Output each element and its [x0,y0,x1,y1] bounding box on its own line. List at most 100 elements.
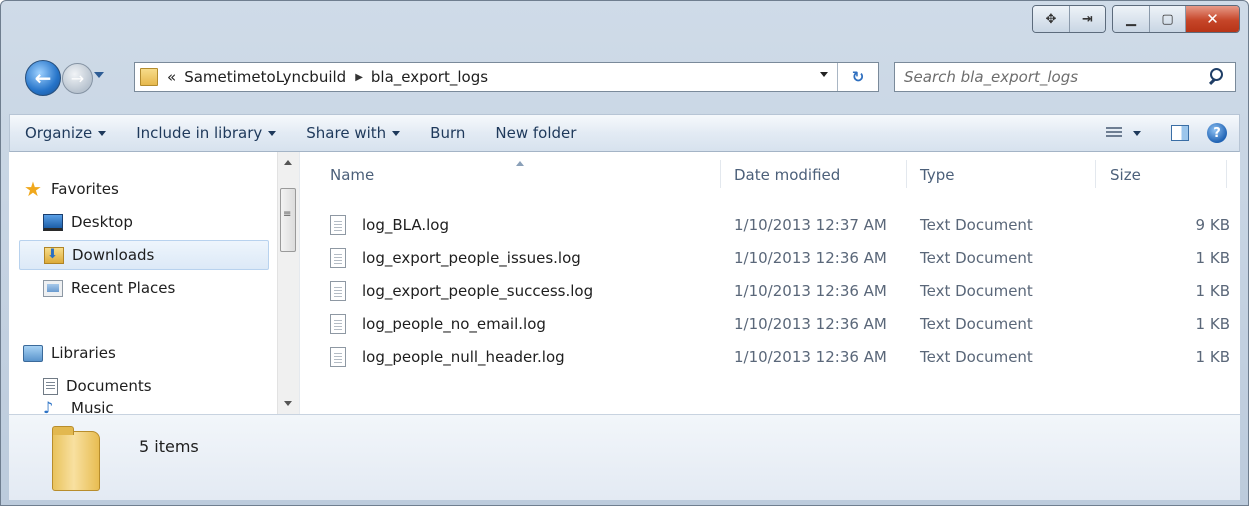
text-file-icon [330,281,346,301]
change-view-button[interactable] [1094,115,1153,151]
sidebar-item-label: Desktop [71,213,133,231]
title-bar[interactable]: ✥ ⇥ ▁ ▢ ✕ [1,1,1248,53]
scrollbar-thumb[interactable] [280,188,296,252]
recent-places-icon [43,279,63,297]
content-area: ★ Favorites Desktop Downloads Recent Pla… [9,152,1240,414]
window-controls: ▁ ▢ ✕ [1112,5,1240,33]
file-type: Text Document [920,216,1033,234]
file-size: 1 KB [1195,348,1230,366]
sidebar-item-desktop[interactable]: Desktop [39,207,269,237]
preview-pane-icon[interactable] [1171,125,1189,141]
downloads-icon [44,246,64,264]
sidebar-item-favorites[interactable]: ★ Favorites [19,174,269,204]
text-file-icon [330,314,346,334]
file-name: log_export_people_issues.log [362,249,581,267]
address-bar[interactable]: « SametimetoLyncbuild ▶ bla_export_logs … [134,62,879,92]
folder-icon [140,68,158,86]
table-row[interactable]: log_export_people_issues.log 1/10/2013 1… [330,243,1230,273]
refresh-icon: ↻ [851,68,865,86]
maximize-button[interactable]: ▢ [1149,6,1185,32]
file-type: Text Document [920,282,1033,300]
column-divider[interactable] [1095,160,1096,188]
table-row[interactable]: log_people_no_email.log 1/10/2013 12:36 … [330,309,1230,339]
folder-icon [52,426,100,491]
sidebar-item-label: Favorites [51,180,119,198]
column-divider[interactable] [720,160,721,188]
toolbar-right: ? [1094,115,1239,151]
move-window-icon[interactable]: ✥ [1033,6,1069,32]
help-icon[interactable]: ? [1207,123,1227,143]
sidebar-item-label: Libraries [51,344,116,362]
command-bar: Organize Include in library Share with B… [9,114,1240,152]
burn-button[interactable]: Burn [415,115,480,151]
file-name: log_export_people_success.log [362,282,594,300]
close-button[interactable]: ✕ [1185,6,1239,32]
include-in-library-button[interactable]: Include in library [121,115,291,151]
navigation-row: ← → « SametimetoLyncbuild ▶ bla_export_l… [1,59,1248,96]
file-size: 1 KB [1195,249,1230,267]
breadcrumb-separator-icon[interactable]: ▶ [355,72,363,83]
column-header-date-modified[interactable]: Date modified [734,166,840,184]
snap-window-icon[interactable]: ⇥ [1069,6,1105,32]
sidebar-item-recent-places[interactable]: Recent Places [39,273,269,303]
column-divider[interactable] [1226,160,1227,188]
search-input[interactable]: Search bla_export_logs [894,62,1236,92]
refresh-button[interactable]: ↻ [837,63,878,91]
table-row[interactable]: log_BLA.log 1/10/2013 12:37 AM Text Docu… [330,210,1230,240]
scroll-down-arrow-icon[interactable] [284,401,292,406]
breadcrumb-segment[interactable]: bla_export_logs [371,68,488,86]
explorer-window: ✥ ⇥ ▁ ▢ ✕ ← → « SametimetoLyncbuild ▶ bl… [0,0,1249,506]
column-header-type[interactable]: Type [920,166,954,184]
navigation-pane-scrollbar[interactable] [277,152,299,414]
organize-label: Organize [25,124,93,142]
column-header-name[interactable]: Name [330,166,374,184]
file-type: Text Document [920,249,1033,267]
column-header-size[interactable]: Size [1110,166,1141,184]
text-file-icon [330,215,346,235]
search-placeholder: Search bla_export_logs [904,68,1079,86]
scroll-up-arrow-icon[interactable] [284,160,292,165]
dropdown-arrow-icon [98,130,107,136]
file-name: log_BLA.log [362,216,449,234]
sort-ascending-icon [516,161,524,166]
sidebar-item-libraries[interactable]: Libraries [19,338,269,368]
breadcrumb-segment[interactable]: SametimetoLyncbuild [184,68,346,86]
table-row[interactable]: log_export_people_success.log 1/10/2013 … [330,276,1230,306]
file-type: Text Document [920,348,1033,366]
text-file-icon [330,347,346,367]
dropdown-arrow-icon [1133,130,1141,136]
minimize-button[interactable]: ▁ [1113,6,1149,32]
documents-icon [43,377,58,395]
search-icon[interactable] [1207,66,1229,88]
file-name: log_people_null_header.log [362,348,565,366]
sidebar-item-documents[interactable]: Documents [39,371,269,401]
organize-button[interactable]: Organize [10,115,121,151]
burn-label: Burn [430,124,466,142]
text-file-icon [330,248,346,268]
new-folder-button[interactable]: New folder [480,115,591,151]
file-date-modified: 1/10/2013 12:36 AM [734,315,887,333]
file-date-modified: 1/10/2013 12:36 AM [734,249,887,267]
back-arrow-icon: ← [34,66,52,90]
file-size: 1 KB [1195,315,1230,333]
new-folder-label: New folder [495,124,577,142]
file-size: 1 KB [1195,282,1230,300]
share-with-button[interactable]: Share with [291,115,415,151]
file-date-modified: 1/10/2013 12:36 AM [734,348,887,366]
recent-pages-dropdown-icon[interactable] [94,72,104,78]
libraries-icon [23,344,43,362]
table-row[interactable]: log_people_null_header.log 1/10/2013 12:… [330,342,1230,372]
column-divider[interactable] [906,160,907,188]
sidebar-item-downloads[interactable]: Downloads [19,240,269,270]
sidebar-item-label: Downloads [72,246,155,264]
sidebar-item-label: Music [71,399,114,414]
forward-button[interactable]: → [62,63,93,94]
sidebar-item-music[interactable]: ♪ Music [39,399,269,414]
file-date-modified: 1/10/2013 12:36 AM [734,282,887,300]
navigation-pane: ★ Favorites Desktop Downloads Recent Pla… [9,152,300,414]
details-pane: 5 items [9,414,1240,500]
file-list: Name Date modified Type Size log_BLA.log… [300,152,1240,414]
back-button[interactable]: ← [25,60,61,96]
address-history-dropdown-icon[interactable] [820,72,828,77]
address-overflow-chevron[interactable]: « [167,68,176,86]
